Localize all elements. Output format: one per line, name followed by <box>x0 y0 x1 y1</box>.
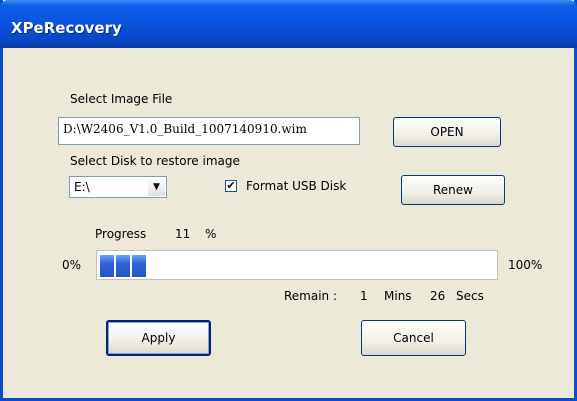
renew-button[interactable]: Renew <box>401 175 505 205</box>
remain-mins-label: Mins <box>384 289 412 303</box>
remain-secs-label: Secs <box>456 289 484 303</box>
window-title: XPeRecovery <box>11 19 122 37</box>
format-usb-checkbox[interactable]: ✔ <box>225 180 237 192</box>
checkmark-icon: ✔ <box>226 179 236 192</box>
disk-selected-value: E:\ <box>74 180 90 194</box>
chevron-down-icon[interactable]: ▼ <box>148 178 165 196</box>
image-path-input[interactable]: D:\W2406_V1.0_Build_1007140910.wim <box>58 117 360 145</box>
progress-bar <box>96 250 498 280</box>
select-image-label: Select Image File <box>70 92 173 106</box>
progress-label: Progress <box>95 227 147 241</box>
title-bar[interactable]: XPeRecovery <box>0 0 577 48</box>
disk-select[interactable]: E:\ ▼ <box>69 176 167 198</box>
xperecovery-window: XPeRecovery Select Image File D:\W2406_V… <box>0 0 577 401</box>
format-usb-label: Format USB Disk <box>246 179 347 193</box>
progress-segment <box>132 255 146 277</box>
progress-unit: % <box>205 227 217 241</box>
progress-max-label: 100% <box>508 258 543 272</box>
progress-value: 11 <box>175 227 191 241</box>
cancel-button[interactable]: Cancel <box>361 320 466 356</box>
progress-segment <box>116 255 130 277</box>
progress-segment <box>100 255 114 277</box>
remain-mins-value: 1 <box>360 289 368 303</box>
apply-button[interactable]: Apply <box>106 320 211 356</box>
remain-label: Remain : <box>284 289 338 303</box>
select-disk-label: Select Disk to restore image <box>70 154 240 168</box>
progress-min-label: 0% <box>62 258 82 272</box>
open-button[interactable]: OPEN <box>393 117 501 147</box>
remain-secs-value: 26 <box>430 289 446 303</box>
